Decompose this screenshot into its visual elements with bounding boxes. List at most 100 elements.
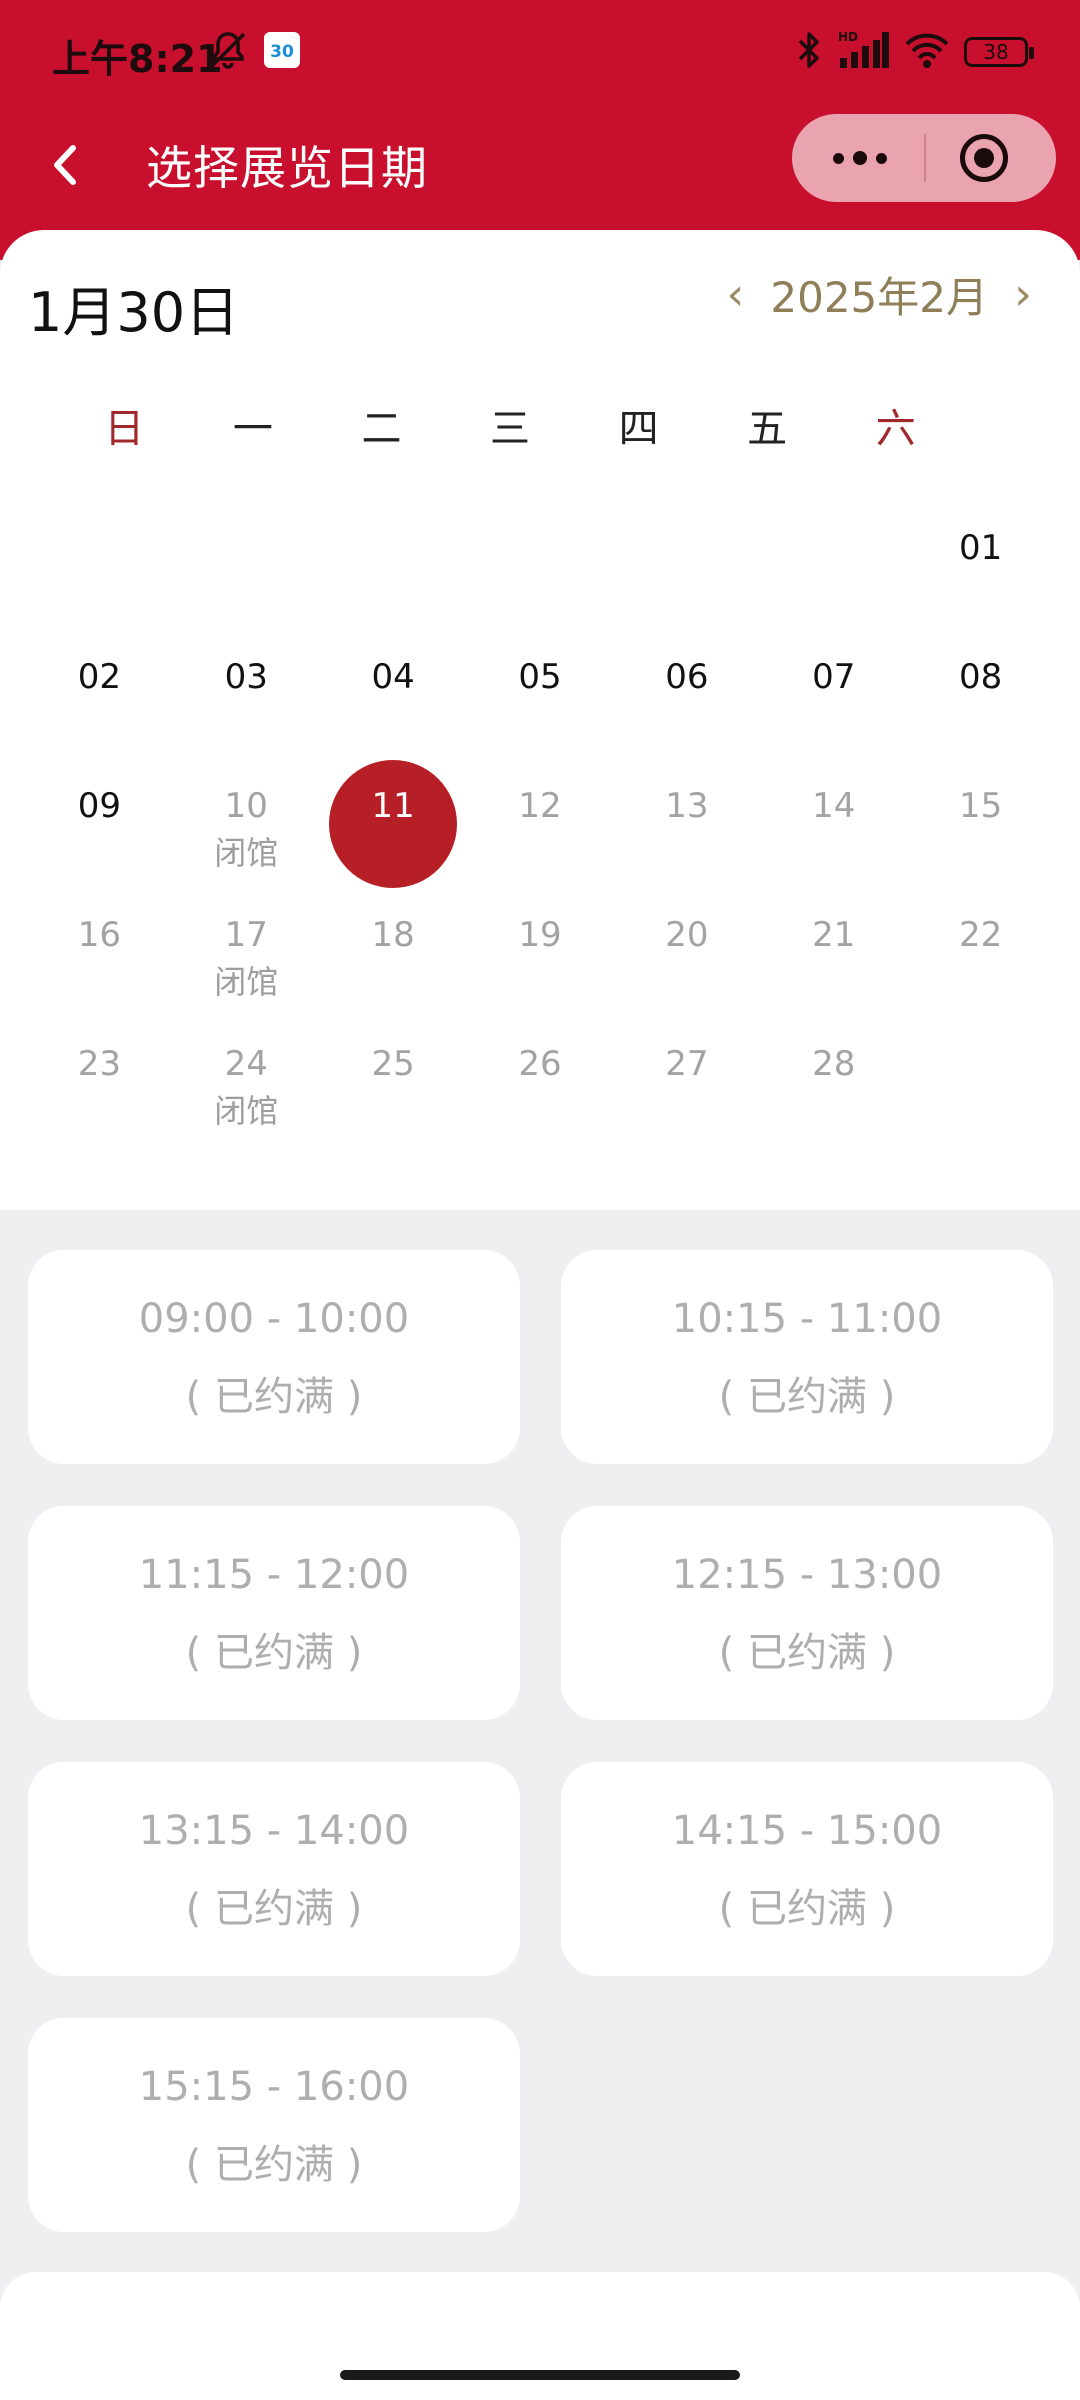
empty-day-cell — [467, 520, 614, 649]
day-number: 09 — [77, 786, 122, 826]
day-cell[interactable]: 06 — [613, 649, 760, 778]
slot-status: ( 已约满 ) — [718, 1886, 896, 1932]
day-number: 13 — [665, 786, 709, 826]
empty-day-cell — [613, 520, 760, 649]
calendar-week: 02 03 04 05 06 07 08 — [26, 649, 1054, 778]
closed-label: 闭馆 — [214, 1092, 279, 1130]
month-label: 2025年2月 — [770, 272, 988, 322]
day-cell[interactable]: 25 — [320, 1036, 467, 1165]
slot-status: ( 已约满 ) — [185, 1374, 363, 1420]
time-slot[interactable]: 10:15 - 11:00 ( 已约满 ) — [561, 1250, 1053, 1464]
close-target-icon[interactable] — [960, 134, 1008, 182]
day-cell[interactable]: 02 — [26, 649, 173, 778]
day-cell[interactable]: 12 — [467, 778, 614, 907]
day-cell[interactable]: 19 — [467, 907, 614, 1036]
day-cell[interactable]: 01 — [907, 520, 1054, 649]
weekday-mon: 一 — [232, 406, 273, 452]
back-chevron-icon — [54, 145, 76, 185]
day-cell[interactable]: 16 — [26, 907, 173, 1036]
svg-text:HD: HD — [838, 30, 858, 44]
day-cell[interactable]: 18 — [320, 907, 467, 1036]
day-number: 18 — [371, 915, 415, 955]
time-slot[interactable]: 15:15 - 16:00 ( 已约满 ) — [28, 2018, 520, 2232]
day-number: 02 — [77, 657, 122, 697]
home-indicator[interactable] — [340, 2370, 740, 2380]
day-cell[interactable]: 15 — [907, 778, 1054, 907]
date-grid: 01 02 03 04 05 06 07 08 09 10 闭馆 11 12 13… — [26, 520, 1054, 1165]
slot-time: 11:15 - 12:00 — [138, 1552, 410, 1598]
empty-day-cell — [760, 520, 907, 649]
calendar-notification-icon: 30 — [264, 32, 300, 68]
wifi-icon — [904, 30, 950, 74]
day-cell[interactable]: 28 — [760, 1036, 907, 1165]
closed-day-cell: 17 闭馆 — [173, 907, 320, 1036]
day-number: 12 — [518, 786, 562, 826]
day-number: 16 — [77, 915, 122, 955]
day-number: 21 — [812, 915, 856, 955]
time-slot[interactable]: 11:15 - 12:00 ( 已约满 ) — [28, 1506, 520, 1720]
time-slot[interactable]: 14:15 - 15:00 ( 已约满 ) — [561, 1762, 1053, 1976]
slot-status: ( 已约满 ) — [185, 2142, 363, 2188]
slot-status: ( 已约满 ) — [718, 1374, 896, 1420]
slot-status: ( 已约满 ) — [185, 1630, 363, 1676]
calendar-week: 09 10 闭馆 11 12 13 14 15 — [26, 760, 1054, 907]
calendar-week: 23 24 闭馆 25 26 27 28 — [26, 1036, 1054, 1165]
day-cell[interactable]: 27 — [613, 1036, 760, 1165]
day-cell[interactable]: 03 — [173, 649, 320, 778]
slot-time: 13:15 - 14:00 — [138, 1808, 410, 1854]
weekday-sun: 日 — [104, 406, 145, 452]
day-number: 14 — [812, 786, 856, 826]
next-month-button[interactable]: › — [1006, 269, 1040, 320]
slot-time: 10:15 - 11:00 — [671, 1296, 943, 1342]
day-cell[interactable]: 20 — [613, 907, 760, 1036]
closed-label: 闭馆 — [214, 963, 279, 1001]
selected-date: 1月30日 — [28, 281, 240, 344]
month-navigator: ‹ 2025年2月 › — [718, 264, 1040, 324]
app-header: 上午8:21 30 HD 38 选择展览日期 — [0, 0, 1080, 260]
day-cell[interactable]: 09 — [26, 778, 173, 907]
time-slot[interactable]: 12:15 - 13:00 ( 已约满 ) — [561, 1506, 1053, 1720]
page-title: 选择展览日期 — [146, 141, 428, 195]
day-cell[interactable]: 07 — [760, 649, 907, 778]
empty-day-cell — [907, 1036, 1054, 1165]
day-number: 24 — [224, 1044, 268, 1084]
day-cell[interactable]: 21 — [760, 907, 907, 1036]
status-bar: 上午8:21 30 HD 38 — [0, 0, 1080, 100]
more-dots-icon[interactable] — [820, 136, 900, 180]
closed-day-cell: 10 闭馆 — [173, 778, 320, 907]
time-slot[interactable]: 13:15 - 14:00 ( 已约满 ) — [28, 1762, 520, 1976]
slot-time: 15:15 - 16:00 — [138, 2064, 410, 2110]
time-slot[interactable]: 09:00 - 10:00 ( 已约满 ) — [28, 1250, 520, 1464]
day-cell[interactable]: 05 — [467, 649, 614, 778]
miniprogram-capsule — [792, 114, 1056, 202]
weekday-tue: 二 — [361, 406, 402, 452]
day-number: 11 — [371, 786, 415, 826]
day-number: 26 — [518, 1044, 562, 1084]
day-number: 23 — [77, 1044, 122, 1084]
prev-month-button[interactable]: ‹ — [718, 269, 752, 320]
weekday-thu: 四 — [618, 406, 659, 452]
day-cell[interactable]: 04 — [320, 649, 467, 778]
status-icons: HD 38 — [794, 30, 1034, 74]
day-number: 15 — [958, 786, 1003, 826]
day-number: 03 — [224, 657, 268, 697]
mute-bell-icon — [206, 28, 250, 72]
day-number: 27 — [665, 1044, 709, 1084]
bluetooth-icon — [794, 30, 824, 74]
day-cell[interactable]: 23 — [26, 1036, 173, 1165]
day-number: 28 — [812, 1044, 856, 1084]
status-time: 上午8:21 — [52, 37, 223, 81]
day-cell[interactable]: 13 — [613, 778, 760, 907]
bottom-panel — [0, 2272, 1080, 2400]
day-number: 25 — [371, 1044, 415, 1084]
slot-time: 09:00 - 10:00 — [138, 1296, 410, 1342]
day-cell[interactable]: 08 — [907, 649, 1054, 778]
selected-day-cell[interactable]: 11 — [320, 760, 467, 907]
day-number: 20 — [665, 915, 709, 955]
back-button[interactable] — [30, 130, 100, 200]
day-cell[interactable]: 14 — [760, 778, 907, 907]
empty-day-cell — [173, 520, 320, 649]
day-cell[interactable]: 26 — [467, 1036, 614, 1165]
day-number: 08 — [958, 657, 1003, 697]
day-cell[interactable]: 22 — [907, 907, 1054, 1036]
